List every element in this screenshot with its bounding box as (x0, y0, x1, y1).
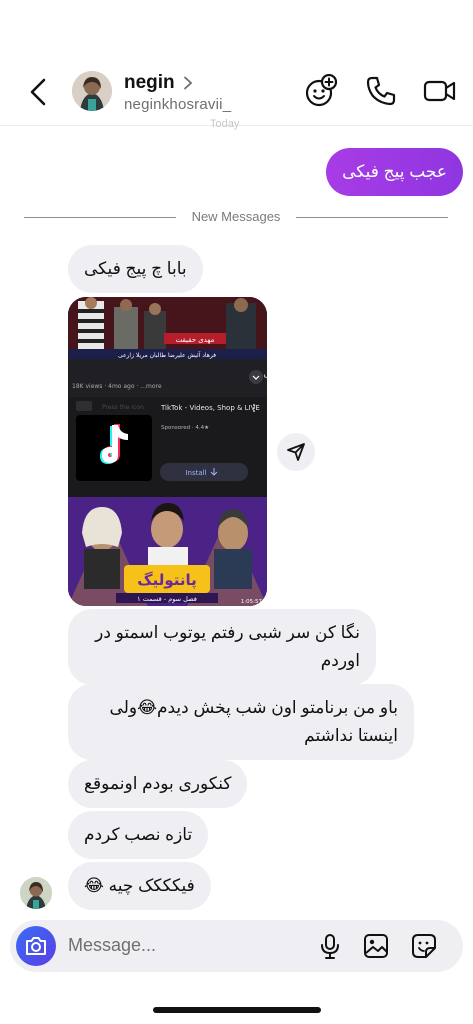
chat-header: negin neginkhosravii_ (0, 60, 473, 126)
back-icon[interactable] (26, 77, 52, 107)
outgoing-message[interactable]: عجب پیج فیکی (326, 148, 463, 196)
faded-timestamp: Today (210, 118, 240, 130)
contact-name[interactable]: negin (124, 72, 175, 94)
ad-install-button: Install (185, 469, 206, 477)
share-button[interactable] (277, 433, 315, 471)
video-duration: 1:05:57 (241, 599, 263, 605)
show-title: پانتولیگ (137, 571, 197, 590)
ad-hint: Press the icon (102, 404, 144, 411)
home-indicator (153, 1007, 321, 1013)
send-icon (287, 443, 305, 461)
camera-icon (26, 937, 46, 955)
chat-screen: negin neginkhosravii_ Today عجب پیج فیکی… (0, 0, 473, 1024)
message-input[interactable]: Message... (68, 935, 156, 956)
incoming-message[interactable]: بابا چ پیج فیکی (68, 245, 203, 293)
incoming-message[interactable]: کنکوری بودم اونموقع (68, 760, 248, 808)
avatar-photo (72, 71, 112, 111)
show-subtitle: فصل سوم - قسمت ۱ (137, 595, 197, 603)
sticker-icon[interactable] (410, 932, 438, 960)
name-row[interactable]: negin (124, 72, 193, 94)
chevron-right-icon (183, 76, 193, 90)
new-messages-divider: New Messages (24, 208, 448, 226)
overlay-caption: مهدی حقیقت (176, 336, 215, 344)
message-composer: Message... (10, 920, 463, 972)
sender-avatar[interactable] (20, 877, 52, 909)
overlay-names: فرهاد آئیش علیرضا طالبان مریلا زارعی (118, 350, 216, 359)
shared-video-screenshot[interactable]: مهدی حقیقت فرهاد آئیش علیرضا طالبان مریل… (68, 297, 267, 606)
effects-icon[interactable] (304, 74, 338, 108)
video-call-icon[interactable] (422, 74, 458, 108)
ad-title: TikTok - Videos, Shop & LIVE (160, 404, 260, 412)
phone-icon[interactable] (364, 74, 398, 108)
gallery-icon[interactable] (362, 932, 390, 960)
video-meta: 18K views · 4mo ago · ...more (72, 383, 162, 390)
incoming-message[interactable]: فیکککک چیه 😂 (68, 862, 211, 910)
sender-avatar-photo (20, 877, 52, 909)
incoming-message[interactable]: تازه نصب کردم (68, 811, 209, 859)
divider-line-right (296, 217, 448, 218)
avatar[interactable] (72, 71, 112, 111)
contact-username: neginkhosravii_ (124, 96, 232, 113)
mic-icon[interactable] (316, 932, 344, 960)
camera-button[interactable] (16, 926, 56, 966)
ad-sponsored: Sponsored · 4.4★ (161, 425, 209, 431)
incoming-message[interactable]: باو من برنامتو اون شب پخش دیدم😂ولی اینست… (68, 684, 414, 760)
video-thumbnail: مهدی حقیقت فرهاد آئیش علیرضا طالبان مریل… (68, 297, 267, 606)
incoming-message[interactable]: نگا کن سر شبی رفتم یوتوب اسمتو در اوردم (68, 609, 376, 685)
